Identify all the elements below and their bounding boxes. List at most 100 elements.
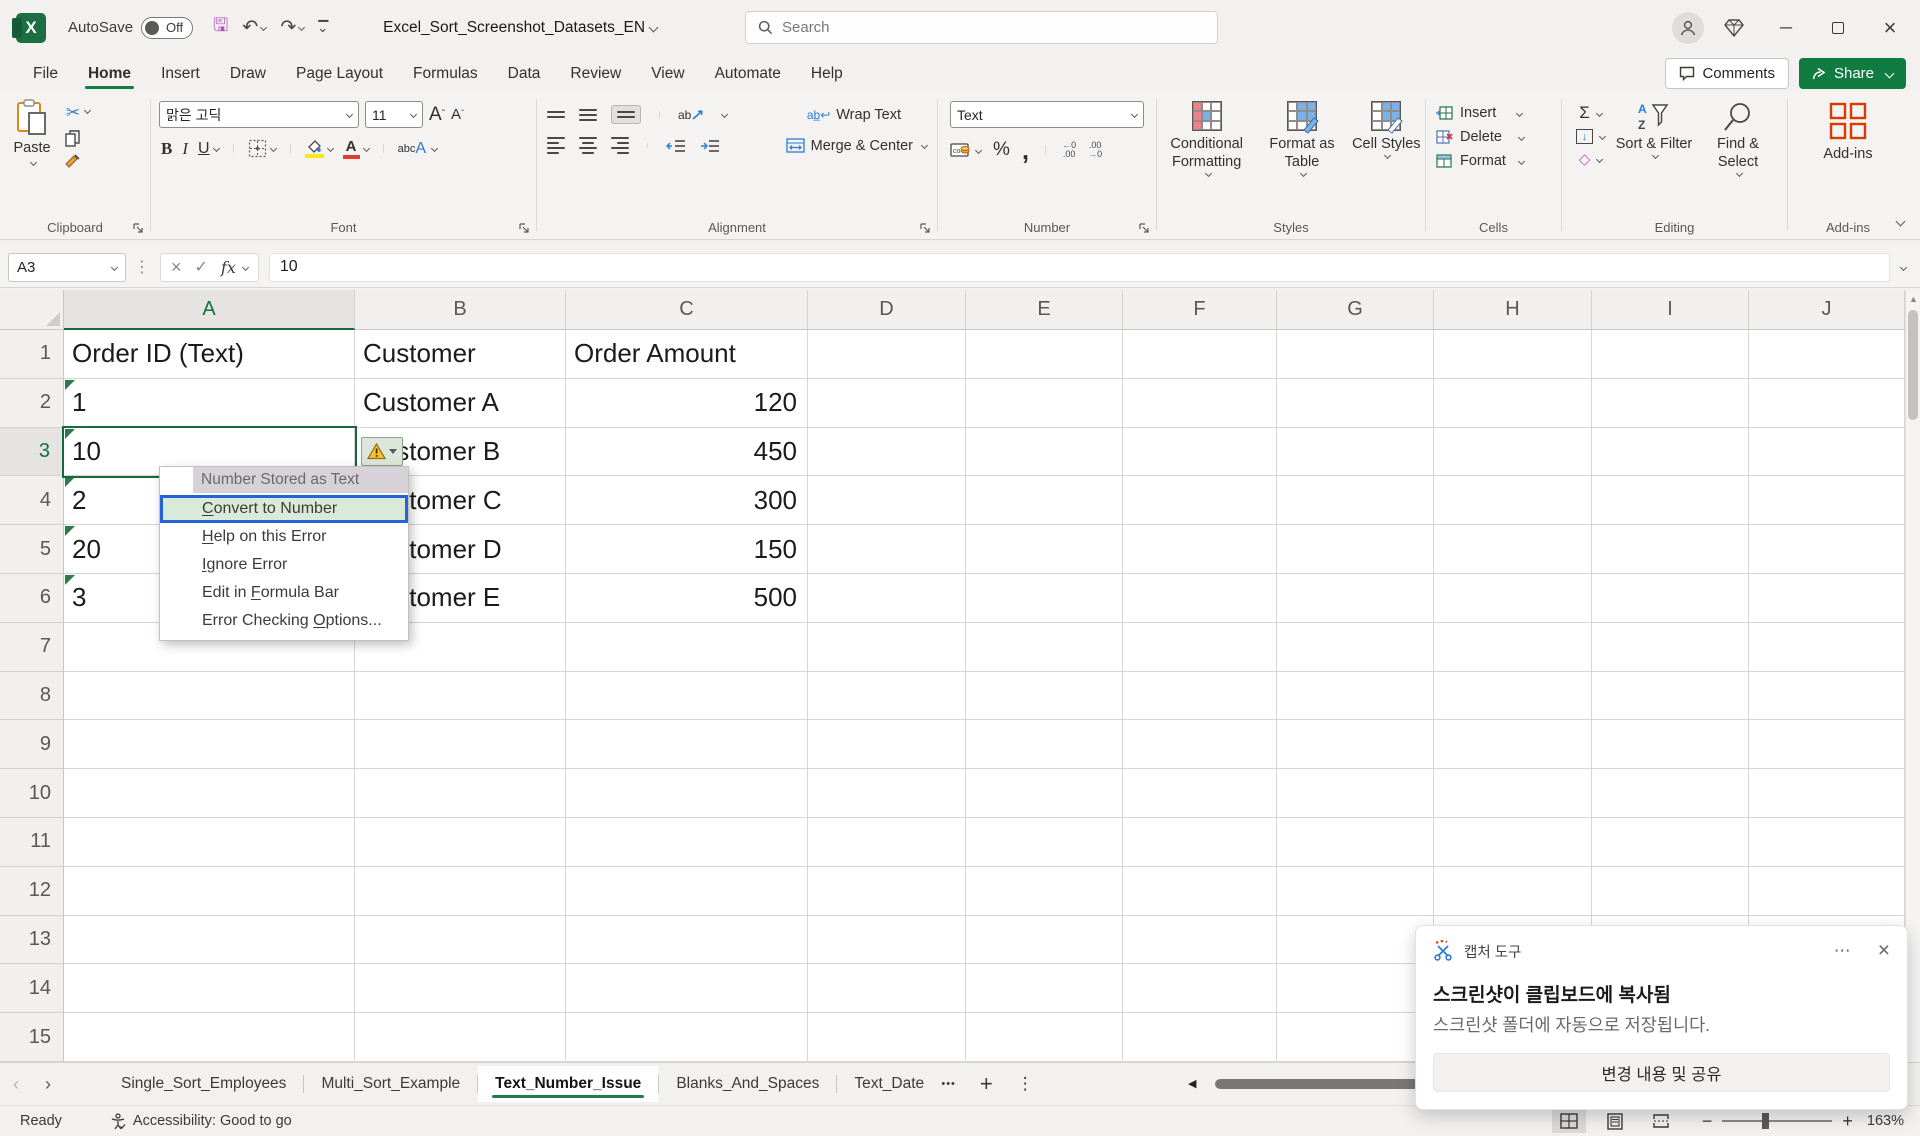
cell-C11[interactable] xyxy=(566,818,808,867)
cell-H10[interactable] xyxy=(1434,769,1592,818)
row-header-3[interactable]: 3 xyxy=(0,428,64,477)
delete-cells-button[interactable]: Delete xyxy=(1436,129,1561,145)
sheet-tab-blanks_and_spaces[interactable]: Blanks_And_Spaces xyxy=(659,1066,836,1102)
menu-item-help-on-this-error[interactable]: Help on this Error xyxy=(160,523,408,551)
cell-A8[interactable] xyxy=(64,672,355,721)
cell-H8[interactable] xyxy=(1434,672,1592,721)
shrink-font-button[interactable]: Aˇ xyxy=(451,101,464,128)
normal-view-button[interactable] xyxy=(1552,1109,1586,1133)
number-dialog-launcher[interactable] xyxy=(1139,223,1150,234)
redo-button[interactable]: ↷ xyxy=(280,16,304,39)
font-name-select[interactable]: 맑은 고딕 xyxy=(159,101,359,128)
cell-J8[interactable] xyxy=(1749,672,1905,721)
cell-E9[interactable] xyxy=(966,720,1123,769)
cell-D10[interactable] xyxy=(808,769,966,818)
format-as-table-button[interactable]: Format as Table xyxy=(1260,101,1344,176)
notification-action-button[interactable]: 변경 내용 및 공유 xyxy=(1433,1053,1890,1092)
vertical-scroll-thumb[interactable] xyxy=(1908,310,1918,420)
excel-app-icon[interactable]: X xyxy=(16,13,46,43)
cell-E1[interactable] xyxy=(966,330,1123,379)
cell-B10[interactable] xyxy=(355,769,566,818)
cell-G6[interactable] xyxy=(1277,574,1434,623)
cell-G4[interactable] xyxy=(1277,476,1434,525)
search-input[interactable]: Search xyxy=(745,11,1218,44)
notification-close-button[interactable]: × xyxy=(1878,939,1890,963)
insert-function-button[interactable]: fx xyxy=(221,258,236,277)
cell-C7[interactable] xyxy=(566,623,808,672)
align-left-button[interactable] xyxy=(547,137,565,154)
font-color-button[interactable]: A xyxy=(343,138,360,159)
cell-G13[interactable] xyxy=(1277,916,1434,965)
cell-J4[interactable] xyxy=(1749,476,1905,525)
cell-F2[interactable] xyxy=(1123,379,1277,428)
cell-A1[interactable]: Order ID (Text) xyxy=(64,330,355,379)
cell-I9[interactable] xyxy=(1592,720,1749,769)
account-avatar[interactable] xyxy=(1672,12,1704,44)
cell-G8[interactable] xyxy=(1277,672,1434,721)
cell-G2[interactable] xyxy=(1277,379,1434,428)
cell-H5[interactable] xyxy=(1434,525,1592,574)
cell-J1[interactable] xyxy=(1749,330,1905,379)
cell-H2[interactable] xyxy=(1434,379,1592,428)
name-box[interactable]: A3 xyxy=(8,253,126,282)
sheet-tab-text_number_issue[interactable]: Text_Number_Issue xyxy=(478,1066,658,1102)
underline-button[interactable]: U xyxy=(198,140,210,158)
cell-B13[interactable] xyxy=(355,916,566,965)
column-header-G[interactable]: G xyxy=(1277,290,1434,330)
cell-F10[interactable] xyxy=(1123,769,1277,818)
cell-I6[interactable] xyxy=(1592,574,1749,623)
menu-item-convert-to-number[interactable]: Convert to Number xyxy=(160,495,408,523)
zoom-in-button[interactable]: + xyxy=(1842,1111,1853,1132)
cell-B1[interactable]: Customer xyxy=(355,330,566,379)
cell-D12[interactable] xyxy=(808,867,966,916)
cell-J6[interactable] xyxy=(1749,574,1905,623)
autosave-switch[interactable]: Off xyxy=(141,17,193,39)
cancel-entry-button[interactable]: × xyxy=(171,257,182,278)
ribbon-tab-draw[interactable]: Draw xyxy=(215,59,281,91)
cell-J11[interactable] xyxy=(1749,818,1905,867)
page-layout-view-button[interactable] xyxy=(1598,1109,1632,1133)
page-break-view-button[interactable] xyxy=(1644,1109,1678,1133)
cell-C10[interactable] xyxy=(566,769,808,818)
gem-feature-icon[interactable] xyxy=(1712,8,1756,48)
cell-C13[interactable] xyxy=(566,916,808,965)
number-format-select[interactable]: Text xyxy=(950,101,1144,128)
column-header-F[interactable]: F xyxy=(1123,290,1277,330)
row-header-2[interactable]: 2 xyxy=(0,379,64,428)
fill-color-button[interactable] xyxy=(305,139,324,158)
cell-H12[interactable] xyxy=(1434,867,1592,916)
cell-D15[interactable] xyxy=(808,1013,966,1062)
cell-G7[interactable] xyxy=(1277,623,1434,672)
cell-G10[interactable] xyxy=(1277,769,1434,818)
chevron-down-icon[interactable] xyxy=(213,145,220,152)
cell-J10[interactable] xyxy=(1749,769,1905,818)
accounting-format-button[interactable]: co xyxy=(950,142,972,158)
ribbon-tab-file[interactable]: File xyxy=(18,59,73,91)
cell-G11[interactable] xyxy=(1277,818,1434,867)
hscroll-left-arrow[interactable]: ◀ xyxy=(1188,1077,1196,1090)
cell-H11[interactable] xyxy=(1434,818,1592,867)
insert-cells-button[interactable]: Insert xyxy=(1436,105,1561,121)
cell-E4[interactable] xyxy=(966,476,1123,525)
cell-B11[interactable] xyxy=(355,818,566,867)
chevron-down-icon[interactable] xyxy=(84,107,91,114)
ribbon-tab-insert[interactable]: Insert xyxy=(146,59,215,91)
row-header-11[interactable]: 11 xyxy=(0,818,64,867)
chevron-down-icon[interactable] xyxy=(327,145,334,152)
sort-filter-button[interactable]: A Z Sort & Filter xyxy=(1611,101,1697,176)
cell-F13[interactable] xyxy=(1123,916,1277,965)
cell-I4[interactable] xyxy=(1592,476,1749,525)
new-sheet-button[interactable]: + xyxy=(968,1071,1005,1097)
close-button[interactable]: × xyxy=(1868,8,1912,48)
cell-J3[interactable] xyxy=(1749,428,1905,477)
cell-E13[interactable] xyxy=(966,916,1123,965)
cell-A15[interactable] xyxy=(64,1013,355,1062)
cell-E6[interactable] xyxy=(966,574,1123,623)
cell-J9[interactable] xyxy=(1749,720,1905,769)
cell-H9[interactable] xyxy=(1434,720,1592,769)
merge-center-button[interactable]: Merge & Center xyxy=(786,138,927,154)
row-header-4[interactable]: 4 xyxy=(0,476,64,525)
cell-C8[interactable] xyxy=(566,672,808,721)
cell-A2[interactable]: 1 xyxy=(64,379,355,428)
cell-H4[interactable] xyxy=(1434,476,1592,525)
